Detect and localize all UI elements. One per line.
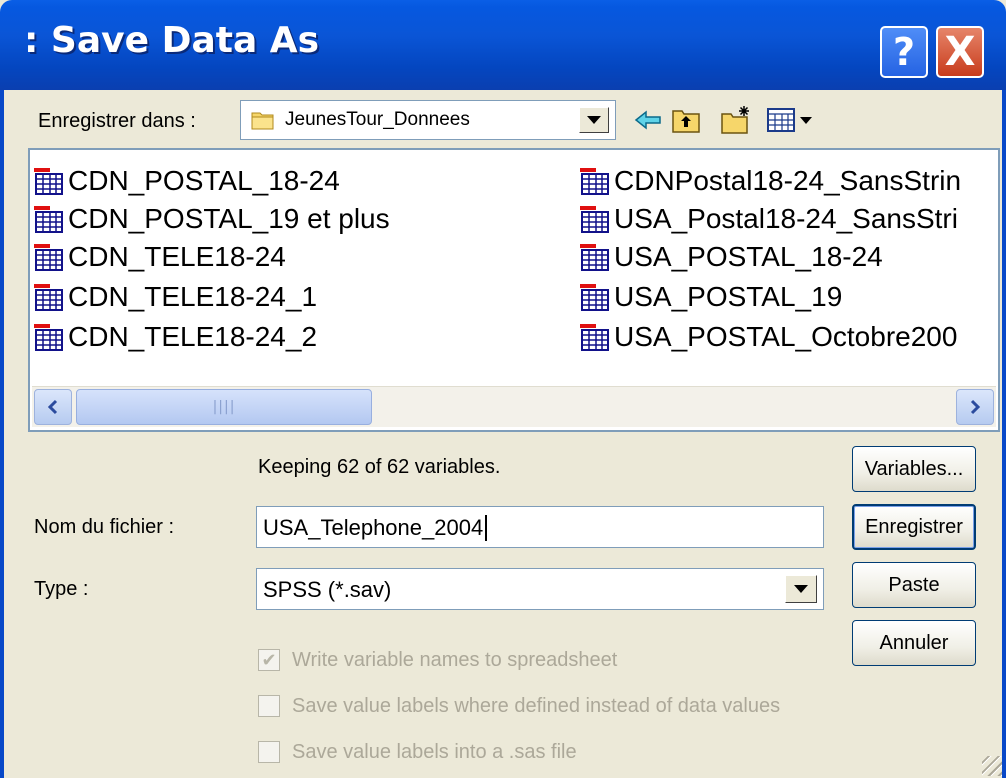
file-item[interactable]: CDN_TELE18-24_1 (32, 280, 317, 314)
variables-button[interactable]: Variables... (852, 446, 976, 492)
file-item[interactable]: CDN_POSTAL_18-24 (32, 164, 340, 198)
scroll-left-button[interactable] (34, 389, 72, 425)
spss-file-icon (34, 206, 63, 233)
type-label: Type : (34, 578, 89, 600)
chevron-right-icon (970, 399, 981, 415)
file-item[interactable]: CDN_TELE18-24 (32, 240, 286, 274)
file-name: USA_POSTAL_19 (614, 281, 843, 312)
spss-file-icon (580, 284, 609, 311)
file-name: CDN_TELE18-24_2 (68, 321, 318, 352)
file-item[interactable]: CDNPostal18-24_SansStrin (578, 164, 961, 198)
spss-file-icon (580, 168, 609, 195)
filename-input[interactable]: USA_Telephone_2004 (256, 506, 824, 548)
look-in-label: Enregistrer dans : (38, 110, 196, 132)
title-bar: : Save Data As ? X (0, 0, 1006, 90)
spss-file-icon (580, 206, 609, 233)
save-sas-labels-label: Save value labels into a .sas file (292, 741, 577, 763)
grip-icon: |||| (212, 399, 236, 415)
new-folder-icon[interactable] (720, 104, 752, 136)
type-select[interactable]: SPSS (*.sav) (256, 568, 824, 610)
view-menu-icon[interactable] (766, 104, 818, 136)
up-folder-icon[interactable] (670, 104, 702, 136)
spss-file-icon (34, 324, 63, 351)
back-arrow-icon[interactable] (632, 104, 664, 136)
file-list[interactable]: CDN_POSTAL_18-24 CDN_POSTAL_19 et plus C… (28, 148, 1000, 432)
chevron-down-icon (794, 585, 808, 593)
spss-file-icon (580, 324, 609, 351)
look-in-combo[interactable]: JeunesTour_Donnees (240, 100, 616, 140)
write-variable-names-label: Write variable names to spreadsheet (292, 649, 618, 671)
write-variable-names-checkbox[interactable]: ✔ (258, 649, 280, 671)
spss-file-icon (34, 284, 63, 311)
file-name: CDN_TELE18-24_1 (68, 281, 318, 312)
file-item[interactable]: USA_POSTAL_19 (578, 280, 842, 314)
window-border-right (1002, 90, 1006, 778)
save-value-labels-checkbox[interactable] (258, 695, 280, 717)
horizontal-scrollbar[interactable]: |||| (32, 386, 996, 427)
file-name: CDNPostal18-24_SansStrin (614, 165, 962, 196)
file-item[interactable]: CDN_TELE18-24_2 (32, 320, 317, 354)
paste-button[interactable]: Paste (852, 562, 976, 608)
file-name: USA_POSTAL_18-24 (614, 241, 883, 272)
file-item[interactable]: USA_POSTAL_Octobre200 (578, 320, 957, 354)
chevron-left-icon (47, 399, 58, 415)
checkmark-icon: ✔ (261, 649, 277, 671)
window-border-left (0, 90, 4, 778)
type-value: SPSS (*.sav) (263, 577, 392, 602)
scroll-thumb[interactable]: |||| (76, 389, 372, 425)
resize-grip[interactable] (982, 756, 1002, 776)
save-value-labels-label: Save value labels where defined instead … (292, 695, 781, 717)
window-title: : Save Data As (24, 20, 320, 61)
variables-status: Keeping 62 of 62 variables. (258, 456, 501, 478)
folder-icon (251, 112, 274, 130)
file-name: CDN_POSTAL_19 et plus (68, 203, 390, 234)
save-button[interactable]: Enregistrer (852, 504, 976, 550)
file-item[interactable]: CDN_POSTAL_19 et plus (32, 202, 390, 236)
file-name: USA_Postal18-24_SansStri (614, 203, 958, 234)
look-in-dropdown-button[interactable] (579, 107, 609, 133)
close-icon: X (944, 29, 976, 75)
help-icon: ? (892, 30, 916, 74)
filename-label: Nom du fichier : (34, 516, 175, 538)
save-sas-labels-checkbox[interactable] (258, 741, 280, 763)
scroll-right-button[interactable] (956, 389, 994, 425)
help-button[interactable]: ? (880, 26, 928, 78)
spss-file-icon (34, 168, 63, 195)
chevron-down-icon (587, 116, 601, 124)
file-name: CDN_POSTAL_18-24 (68, 165, 340, 196)
file-name: USA_POSTAL_Octobre200 (614, 321, 958, 352)
file-item[interactable]: USA_Postal18-24_SansStri (578, 202, 958, 236)
filename-value: USA_Telephone_2004 (263, 515, 484, 540)
close-button[interactable]: X (936, 26, 984, 78)
spss-file-icon (34, 244, 63, 271)
text-caret (485, 515, 487, 541)
cancel-button[interactable]: Annuler (852, 620, 976, 666)
file-item[interactable]: USA_POSTAL_18-24 (578, 240, 883, 274)
type-dropdown-button[interactable] (785, 575, 817, 603)
spss-file-icon (580, 244, 609, 271)
file-name: CDN_TELE18-24 (68, 241, 286, 272)
look-in-value: JeunesTour_Donnees (285, 109, 470, 130)
